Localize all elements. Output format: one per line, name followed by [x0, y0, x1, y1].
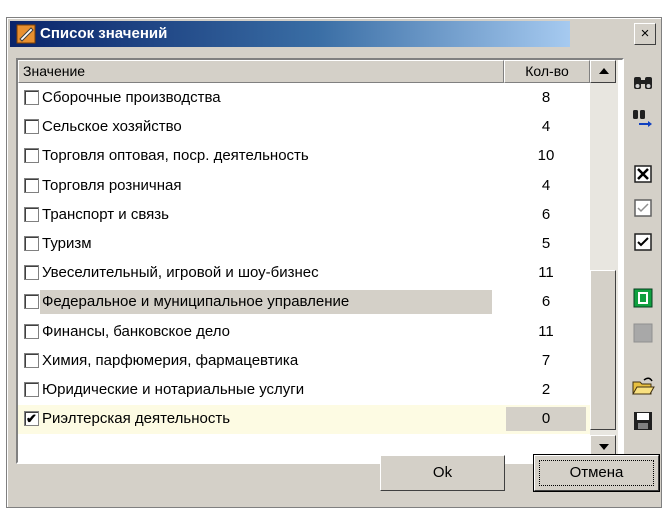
list-row[interactable]: Химия, парфюмерия, фармацевтика 7	[18, 347, 590, 376]
list-row[interactable]: Сборочные производства 8	[18, 84, 590, 113]
row-count: 4	[541, 118, 551, 136]
row-label: Торговля оптовая, поср. деятельность	[42, 147, 309, 165]
row-checkbox[interactable]	[24, 381, 39, 397]
row-count: 4	[541, 176, 551, 194]
clear-icon[interactable]	[631, 321, 655, 345]
row-checkbox[interactable]	[24, 148, 39, 164]
column-header-count[interactable]: Кол-во	[504, 60, 590, 83]
list-row[interactable]: Сельское хозяйство 4	[18, 113, 590, 142]
row-label: Риэлтерская деятельность	[42, 410, 231, 428]
row-checkbox[interactable]	[24, 235, 39, 251]
row-label: Юридические и нотариальные услуги	[42, 380, 305, 398]
column-header-value[interactable]: Значение	[18, 60, 504, 83]
row-label: Химия, парфюмерия, фармацевтика	[42, 351, 299, 369]
row-label: Сборочные производства	[42, 89, 221, 106]
list-row-highlighted[interactable]: Федеральное и муниципальное управление 6	[18, 288, 590, 317]
window-title: Список значений	[40, 25, 168, 42]
arrow-up-icon	[599, 68, 609, 74]
list-row[interactable]: Туризм 5	[18, 230, 590, 259]
focus-rect	[539, 460, 654, 486]
row-label: Транспорт и связь	[42, 205, 169, 223]
row-checkbox[interactable]	[24, 177, 39, 193]
row-count: 11	[538, 264, 554, 282]
row-count: 2	[541, 380, 551, 398]
list-rows: Сборочные производства 8 Сельское хозяйст…	[18, 84, 590, 435]
save-icon[interactable]	[631, 409, 655, 433]
row-checkbox[interactable]	[24, 119, 39, 135]
vertical-scrollbar[interactable]	[590, 60, 618, 458]
row-checkbox[interactable]	[24, 265, 39, 281]
row-checkbox[interactable]	[24, 323, 39, 339]
row-checkbox[interactable]	[24, 352, 39, 368]
row-checkbox[interactable]	[24, 90, 39, 105]
find-icon[interactable]	[631, 71, 655, 95]
list-row[interactable]: Торговля оптовая, поср. деятельность 10	[18, 142, 590, 171]
open-folder-icon[interactable]	[631, 374, 655, 398]
row-count: 5	[541, 234, 551, 252]
refresh-icon[interactable]	[631, 286, 655, 310]
ok-button[interactable]: Ok	[380, 455, 505, 491]
row-label: Увеселительный, игровой и шоу-бизнес	[42, 264, 319, 282]
scroll-up-button[interactable]	[590, 60, 616, 83]
row-count: 10	[537, 147, 555, 165]
row-checkbox-checked[interactable]: ✔	[24, 411, 39, 427]
list-row-selected[interactable]: ✔ Риэлтерская деятельность 0	[18, 405, 590, 435]
title-bar: Список значений	[10, 21, 570, 47]
find-next-icon[interactable]	[631, 106, 655, 130]
row-checkbox[interactable]	[24, 206, 39, 222]
list-row[interactable]: Юридические и нотариальные услуги 2	[18, 376, 590, 405]
close-button[interactable]: ×	[634, 23, 656, 45]
row-label: Федеральное и муниципальное управление	[42, 293, 350, 311]
list-row[interactable]: Увеселительный, игровой и шоу-бизнес 11	[18, 259, 590, 288]
arrow-down-icon	[599, 444, 609, 450]
row-label: Сельское хозяйство	[42, 118, 182, 136]
value-list: Значение Кол-во Сборочные производства 8 …	[16, 58, 624, 464]
cancel-button[interactable]: Отмена	[533, 454, 660, 492]
row-label: Торговля розничная	[42, 176, 182, 194]
list-row[interactable]: Торговля розничная 4	[18, 172, 590, 201]
row-count: 11	[538, 322, 554, 340]
row-label: Финансы, банковское дело	[42, 322, 230, 340]
invert-check-icon[interactable]	[631, 230, 655, 254]
value-list-dialog: Список значений × Значение Кол-во Сбороч…	[6, 17, 662, 508]
check-all-icon[interactable]	[631, 162, 655, 186]
row-count: 0	[506, 407, 586, 432]
row-count: 6	[541, 205, 551, 223]
list-row[interactable]: Транспорт и связь 6	[18, 201, 590, 230]
app-icon	[16, 24, 36, 44]
row-count: 7	[541, 351, 551, 369]
row-count: 6	[541, 293, 551, 311]
row-count: 8	[541, 89, 551, 106]
uncheck-all-icon[interactable]	[631, 196, 655, 220]
row-checkbox[interactable]	[24, 294, 39, 310]
list-row[interactable]: Финансы, банковское дело 11	[18, 318, 590, 347]
row-label: Туризм	[42, 234, 92, 252]
scroll-thumb[interactable]	[590, 270, 616, 430]
